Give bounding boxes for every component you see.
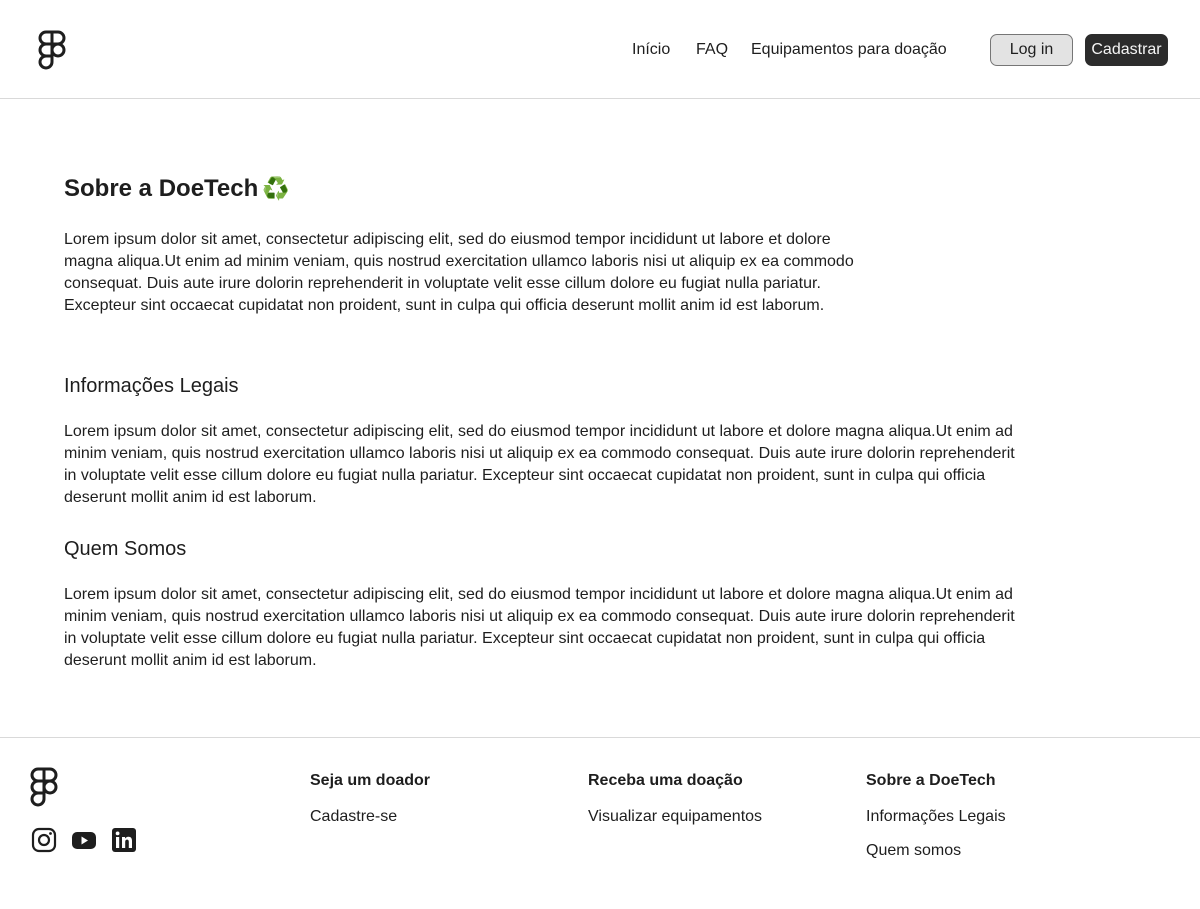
nav-link-faq[interactable]: FAQ bbox=[696, 40, 728, 60]
youtube-icon[interactable] bbox=[71, 827, 97, 853]
footer-column-title-doacao: Receba uma doação bbox=[588, 772, 743, 789]
instagram-icon[interactable] bbox=[31, 827, 57, 853]
footer-column-title-sobre: Sobre a DoeTech bbox=[866, 772, 996, 789]
site-footer: Seja um doador Cadastre-se Receba uma do… bbox=[0, 737, 1200, 909]
login-button[interactable]: Log in bbox=[990, 34, 1073, 66]
footer-link-informacoes-legais[interactable]: Informações Legais bbox=[866, 807, 1006, 827]
signup-button[interactable]: Cadastrar bbox=[1085, 34, 1168, 66]
page-title: Sobre a DoeTech ♻️ bbox=[64, 173, 290, 205]
about-section-title: Quem Somos bbox=[64, 538, 187, 560]
footer-column-title-doador: Seja um doador bbox=[310, 772, 431, 789]
page-title-text: Sobre a DoeTech bbox=[64, 175, 259, 202]
footer-link-visualizar-equipamentos[interactable]: Visualizar equipamentos bbox=[588, 807, 762, 827]
legal-section-title: Informações Legais bbox=[64, 375, 239, 397]
footer-link-quem-somos[interactable]: Quem somos bbox=[866, 841, 961, 861]
intro-paragraph: Lorem ipsum dolor sit amet, consectetur … bbox=[64, 231, 854, 314]
figma-logo-icon[interactable] bbox=[38, 30, 66, 70]
site-header: Início FAQ Equipamentos para doação Log … bbox=[0, 0, 1200, 99]
nav-link-equipamentos[interactable]: Equipamentos para doação bbox=[751, 40, 947, 60]
nav-link-inicio[interactable]: Início bbox=[632, 40, 670, 60]
figma-logo-icon[interactable] bbox=[30, 767, 58, 807]
about-paragraph: Lorem ipsum dolor sit amet, consectetur … bbox=[64, 586, 1015, 669]
recycle-icon: ♻️ bbox=[262, 176, 290, 201]
legal-paragraph: Lorem ipsum dolor sit amet, consectetur … bbox=[64, 423, 1015, 506]
footer-link-cadastre-se[interactable]: Cadastre-se bbox=[310, 807, 397, 827]
linkedin-icon[interactable] bbox=[111, 827, 137, 853]
